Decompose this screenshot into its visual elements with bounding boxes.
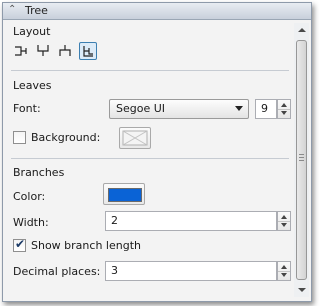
show-branch-length-label: Show branch length — [31, 239, 141, 252]
background-color-button[interactable] — [119, 127, 151, 149]
panel-title: Tree — [25, 4, 48, 17]
color-label: Color: — [13, 190, 46, 203]
tree-downward-icon — [37, 45, 49, 56]
spin-up-icon[interactable] — [281, 215, 287, 219]
font-size-stepper[interactable] — [277, 99, 291, 119]
scrollbar-thumb[interactable] — [296, 40, 307, 280]
tree-panel: ⌃ Tree Layout Leaves Font: Segoe UI 9 Ba… — [2, 2, 312, 302]
decimal-places-input[interactable]: 3 — [105, 261, 277, 281]
tree-nested-icon — [83, 46, 93, 57]
chevron-down-icon — [235, 106, 243, 111]
decimal-places-value: 3 — [111, 264, 118, 277]
font-label: Font: — [13, 102, 41, 115]
width-input[interactable]: 2 — [105, 211, 277, 231]
section-title-leaves: Leaves — [13, 79, 52, 92]
spin-down-icon[interactable] — [281, 223, 287, 227]
spin-down-icon[interactable] — [281, 111, 287, 115]
section-title-layout: Layout — [13, 25, 51, 38]
width-stepper[interactable] — [277, 211, 291, 231]
tree-upward-icon — [59, 45, 71, 56]
spin-down-icon[interactable] — [281, 273, 287, 277]
spin-up-icon[interactable] — [281, 265, 287, 269]
empty-color-icon — [122, 130, 148, 146]
width-value: 2 — [111, 214, 118, 227]
branch-color-button[interactable] — [103, 183, 145, 205]
show-branch-length-checkbox[interactable]: ✔ — [13, 237, 26, 252]
separator — [11, 158, 289, 159]
layout-rectangular-button[interactable] — [13, 42, 31, 60]
branch-color-swatch — [108, 188, 142, 202]
checkmark-icon: ✔ — [15, 237, 26, 251]
scroll-down-icon[interactable] — [298, 288, 306, 292]
background-label: Background: — [31, 131, 101, 144]
panel-content: Layout Leaves Font: Segoe UI 9 Backgroun… — [7, 25, 291, 299]
tree-rectangular-icon — [15, 46, 27, 56]
width-label: Width: — [13, 216, 49, 229]
font-size-value: 9 — [261, 102, 268, 115]
separator — [11, 70, 289, 71]
font-size-input[interactable]: 9 — [255, 99, 277, 119]
background-checkbox[interactable] — [13, 131, 26, 144]
scroll-up-icon[interactable] — [298, 28, 306, 32]
decimal-places-label: Decimal places: — [13, 265, 101, 278]
font-dropdown-value: Segoe UI — [116, 102, 166, 115]
grip-icon — [299, 154, 304, 163]
layout-bottom-up-button[interactable] — [57, 42, 75, 60]
panel-header[interactable]: ⌃ Tree — [3, 3, 311, 20]
spin-up-icon[interactable] — [281, 103, 287, 107]
section-title-branches: Branches — [13, 166, 65, 179]
decimal-places-stepper[interactable] — [277, 261, 291, 281]
double-chevron-up-icon[interactable]: ⌃ — [8, 4, 16, 15]
layout-top-down-button[interactable] — [35, 42, 53, 60]
font-dropdown[interactable]: Segoe UI — [109, 99, 249, 119]
layout-nested-button[interactable] — [79, 42, 97, 60]
vertical-scrollbar[interactable] — [294, 23, 309, 297]
